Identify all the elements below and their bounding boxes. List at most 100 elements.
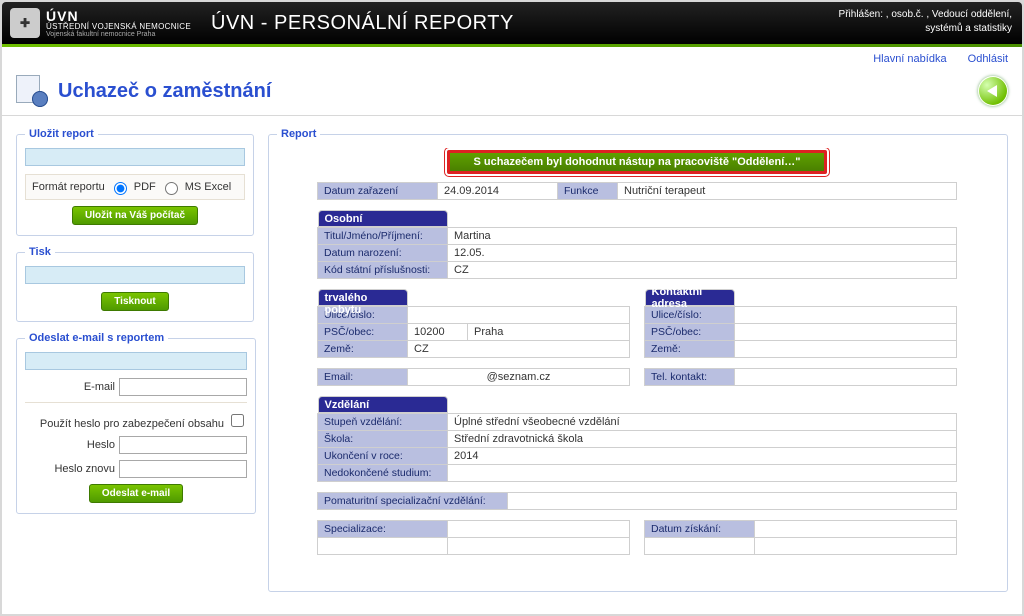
save-report-panel: Uložit report Formát reportu PDF MS Exce… xyxy=(16,128,254,236)
top-nav: Hlavní nabídka Odhlásit xyxy=(2,47,1022,69)
print-placeholder xyxy=(25,266,245,284)
format-label: Formát reportu xyxy=(32,181,105,193)
applicant-email-value: @seznam.cz xyxy=(408,369,630,386)
format-xls-label: MS Excel xyxy=(185,181,231,193)
acquisition-date-table: Datum získání: xyxy=(644,520,957,555)
specialization-table: Specializace: xyxy=(317,520,630,555)
email-placeholder xyxy=(25,352,247,370)
address-table: Adresa trvalého pobytu Ulice/číslo: PSČ/… xyxy=(317,289,630,358)
report-legend: Report xyxy=(277,128,320,140)
specialization-value xyxy=(448,521,630,538)
edu-level-value: Úplné střední všeobecné vzdělání xyxy=(448,414,957,431)
name-value: Martina xyxy=(448,228,957,245)
app-title: ÚVN - PERSONÁLNÍ REPORTY xyxy=(211,12,514,35)
password-cb-label: Použít heslo pro zabezpečení obsahu xyxy=(40,418,224,430)
address-header: Adresa trvalého pobytu xyxy=(318,289,408,306)
intake-date-value: 24.09.2014 xyxy=(438,183,558,200)
intake-table: Datum zařazení 24.09.2014 Funkce Nutričn… xyxy=(317,182,957,200)
postgrad-label: Pomaturitní specializační vzdělání: xyxy=(318,493,508,510)
phone-label: Tel. kontakt: xyxy=(645,369,735,386)
print-legend: Tisk xyxy=(25,246,55,258)
function-value: Nutriční terapeut xyxy=(618,183,957,200)
org-abbrev: ÚVN xyxy=(46,9,191,23)
print-button[interactable]: Tisknout xyxy=(101,292,168,311)
function-label: Funkce xyxy=(558,183,618,200)
password-label: Heslo xyxy=(25,439,115,451)
password-input[interactable] xyxy=(119,436,247,454)
email-legend: Odeslat e-mail s reportem xyxy=(25,332,168,344)
graduation-year-label: Ukončení v roce: xyxy=(318,448,448,465)
dob-label: Datum narození: xyxy=(318,245,448,262)
format-xls-radio[interactable] xyxy=(165,182,178,195)
org-logo-icon: ✚ xyxy=(10,8,40,38)
report-scroll[interactable]: S uchazečem byl dohodnut nástup na praco… xyxy=(277,148,999,581)
contact-zip-label: PSČ/obec: xyxy=(645,324,735,341)
education-table: Vzdělání Stupeň vzdělání: Úplné střední … xyxy=(317,396,957,482)
page-title: Uchazeč o zaměstnání xyxy=(58,80,271,103)
contact-header: Kontaktní adresa xyxy=(645,289,735,306)
role-line2: systémů a statistiky xyxy=(839,22,1012,36)
country-label: Země: xyxy=(318,341,408,358)
education-header: Vzdělání xyxy=(318,396,448,413)
save-placeholder xyxy=(25,148,245,166)
page-title-bar: Uchazeč o zaměstnání xyxy=(2,69,1022,116)
login-info: Přihlášen: , osob.č. , Vedoucí oddělení,… xyxy=(839,8,1012,36)
zip-label: PSČ/obec: xyxy=(318,324,408,341)
org-name: ÚSTŘEDNÍ VOJENSKÁ NEMOCNICE xyxy=(46,23,191,31)
acq-date-value xyxy=(755,521,957,538)
password-checkbox[interactable] xyxy=(231,414,244,427)
zip-value: 10200 xyxy=(408,324,468,341)
graduation-year-value: 2014 xyxy=(448,448,957,465)
org-logo: ✚ ÚVN ÚSTŘEDNÍ VOJENSKÁ NEMOCNICE Vojens… xyxy=(10,8,191,38)
postgrad-value xyxy=(508,493,957,510)
unfinished-value xyxy=(448,465,957,482)
school-label: Škola: xyxy=(318,431,448,448)
print-panel: Tisk Tisknout xyxy=(16,246,254,322)
org-sub: Vojenská fakultní nemocnice Praha xyxy=(46,31,191,38)
nationality-label: Kód státní příslušnosti: xyxy=(318,262,448,279)
country-value: CZ xyxy=(408,341,630,358)
save-button[interactable]: Uložit na Váš počítač xyxy=(72,206,198,225)
report-icon xyxy=(16,75,48,107)
notice-banner: S uchazečem byl dohodnut nástup na praco… xyxy=(447,150,827,174)
contact-address-table: Kontaktní adresa Ulice/číslo: PSČ/obec: xyxy=(644,289,957,358)
password2-input[interactable] xyxy=(119,460,247,478)
email-panel: Odeslat e-mail s reportem E-mail Použít … xyxy=(16,332,256,514)
personal-table: Osobní Titul/Jméno/Příjmení: Martina Dat… xyxy=(317,210,957,279)
dob-value: 12.05. xyxy=(448,245,957,262)
save-legend: Uložit report xyxy=(25,128,98,140)
nav-main-menu[interactable]: Hlavní nabídka xyxy=(873,53,946,65)
city-value: Praha xyxy=(468,324,630,341)
email-table: Email: @seznam.cz xyxy=(317,368,630,386)
nationality-value: CZ xyxy=(448,262,957,279)
email-label: E-mail xyxy=(25,381,115,393)
nav-logout[interactable]: Odhlásit xyxy=(968,53,1008,65)
report-panel: Report S uchazečem byl dohodnut nástup n… xyxy=(268,128,1008,592)
format-pdf-radio[interactable] xyxy=(114,182,127,195)
format-pdf-label: PDF xyxy=(134,181,156,193)
postgrad-table: Pomaturitní specializační vzdělání: xyxy=(317,492,957,510)
specialization-label: Specializace: xyxy=(318,521,448,538)
contact-country-value xyxy=(735,341,957,358)
name-label: Titul/Jméno/Příjmení: xyxy=(318,228,448,245)
person-num-label: , osob.č. xyxy=(886,9,924,20)
acq-date-label: Datum získání: xyxy=(645,521,755,538)
edu-level-label: Stupeň vzdělání: xyxy=(318,414,448,431)
school-value: Střední zdravotnická škola xyxy=(448,431,957,448)
applicant-email-label: Email: xyxy=(318,369,408,386)
contact-street-value xyxy=(735,307,957,324)
login-label: Přihlášen: xyxy=(839,9,883,20)
password2-label: Heslo znovu xyxy=(25,463,115,475)
phone-value xyxy=(735,369,957,386)
personal-header: Osobní xyxy=(318,210,448,227)
back-button[interactable] xyxy=(978,76,1008,106)
contact-country-label: Země: xyxy=(645,341,735,358)
app-header: ✚ ÚVN ÚSTŘEDNÍ VOJENSKÁ NEMOCNICE Vojens… xyxy=(2,2,1022,44)
send-email-button[interactable]: Odeslat e-mail xyxy=(89,484,183,503)
email-input[interactable] xyxy=(119,378,247,396)
street-value xyxy=(408,307,630,324)
phone-table: Tel. kontakt: xyxy=(644,368,957,386)
format-row: Formát reportu PDF MS Excel xyxy=(25,174,245,200)
contact-zip-value xyxy=(735,324,957,341)
intake-date-label: Datum zařazení xyxy=(318,183,438,200)
